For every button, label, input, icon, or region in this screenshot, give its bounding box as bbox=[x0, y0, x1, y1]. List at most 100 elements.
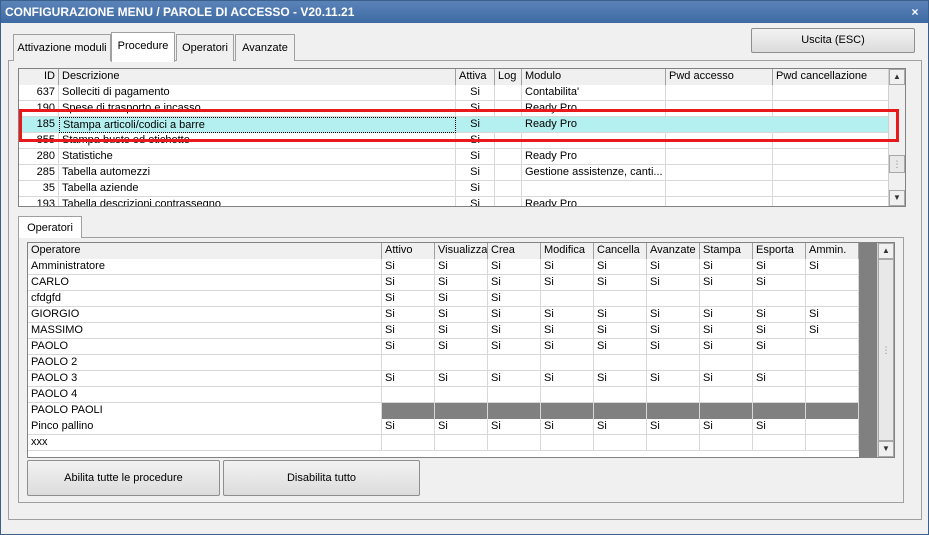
permission-cell[interactable] bbox=[647, 403, 700, 419]
permission-cell[interactable]: Si bbox=[647, 259, 700, 275]
scroll-thumb[interactable]: ⋮ bbox=[878, 259, 894, 441]
subtab-operatori[interactable]: Operatori bbox=[18, 216, 82, 238]
permission-cell[interactable] bbox=[753, 355, 806, 371]
permission-cell[interactable]: Si bbox=[700, 275, 753, 291]
procedure-cell[interactable]: 280 bbox=[19, 149, 59, 165]
permission-cell[interactable]: Si bbox=[488, 339, 541, 355]
permission-cell[interactable]: Si bbox=[700, 419, 753, 435]
procedure-cell[interactable]: Solleciti di pagamento bbox=[59, 85, 456, 101]
procedure-cell[interactable]: 193 bbox=[19, 197, 59, 206]
procedure-cell[interactable]: Ready Pro bbox=[522, 197, 666, 206]
permission-cell[interactable] bbox=[700, 435, 753, 451]
permission-cell[interactable]: Si bbox=[488, 259, 541, 275]
operator-name[interactable]: MASSIMO bbox=[28, 323, 382, 339]
permission-cell[interactable]: Si bbox=[488, 291, 541, 307]
col-esporta[interactable]: Esporta bbox=[753, 243, 806, 259]
tab-attivazione-moduli[interactable]: Attivazione moduli bbox=[13, 34, 111, 61]
procedure-cell[interactable]: 637 bbox=[19, 85, 59, 101]
permission-cell[interactable] bbox=[382, 355, 435, 371]
col-crea[interactable]: Crea bbox=[488, 243, 541, 259]
procedure-cell[interactable] bbox=[666, 85, 773, 101]
col-id[interactable]: ID bbox=[19, 69, 59, 85]
permission-cell[interactable] bbox=[488, 355, 541, 371]
permission-cell[interactable]: Si bbox=[594, 323, 647, 339]
permission-cell[interactable]: Si bbox=[806, 323, 859, 339]
permission-cell[interactable] bbox=[488, 403, 541, 419]
close-icon[interactable]: × bbox=[908, 1, 922, 23]
permission-cell[interactable]: Si bbox=[647, 339, 700, 355]
permission-cell[interactable]: Si bbox=[753, 419, 806, 435]
tab-operatori[interactable]: Operatori bbox=[176, 34, 234, 61]
procedure-row[interactable]: 285 Tabella automezzi Si Gestione assistenz… bbox=[19, 165, 889, 181]
procedure-cell[interactable] bbox=[773, 181, 889, 197]
permission-cell[interactable] bbox=[594, 387, 647, 403]
col-pwd-cancellazione[interactable]: Pwd cancellazione bbox=[773, 69, 889, 85]
permission-cell[interactable] bbox=[382, 435, 435, 451]
exit-button[interactable]: Uscita (ESC) bbox=[751, 28, 915, 53]
permission-cell[interactable] bbox=[488, 435, 541, 451]
procedure-cell[interactable]: Gestione assistenze, canti... bbox=[522, 165, 666, 181]
operators-scrollbar[interactable]: ▲ ⋮ ▼ bbox=[877, 243, 894, 457]
operator-name[interactable]: PAOLO 3 bbox=[28, 371, 382, 387]
permission-cell[interactable] bbox=[753, 387, 806, 403]
col-pwd-accesso[interactable]: Pwd accesso bbox=[666, 69, 773, 85]
operator-name[interactable]: PAOLO bbox=[28, 339, 382, 355]
permission-cell[interactable] bbox=[753, 291, 806, 307]
permission-cell[interactable] bbox=[382, 403, 435, 419]
procedure-cell[interactable] bbox=[773, 165, 889, 181]
operator-name[interactable]: Pinco pallino bbox=[28, 419, 382, 435]
permission-cell[interactable]: Si bbox=[753, 323, 806, 339]
permission-cell[interactable]: Si bbox=[700, 323, 753, 339]
permission-cell[interactable]: Si bbox=[382, 259, 435, 275]
permission-cell[interactable] bbox=[806, 387, 859, 403]
procedure-cell[interactable] bbox=[666, 197, 773, 206]
operator-name[interactable]: PAOLO 2 bbox=[28, 355, 382, 371]
permission-cell[interactable] bbox=[806, 291, 859, 307]
permission-cell[interactable] bbox=[806, 355, 859, 371]
permission-cell[interactable] bbox=[806, 419, 859, 435]
operator-name[interactable]: cfdgfd bbox=[28, 291, 382, 307]
permission-cell[interactable]: Si bbox=[753, 307, 806, 323]
procedure-cell[interactable]: Tabella automezzi bbox=[59, 165, 456, 181]
col-stampa[interactable]: Stampa bbox=[700, 243, 753, 259]
permission-cell[interactable]: Si bbox=[382, 371, 435, 387]
col-operatore[interactable]: Operatore bbox=[28, 243, 382, 259]
col-log[interactable]: Log bbox=[495, 69, 522, 85]
scroll-up-icon[interactable]: ▲ bbox=[889, 69, 905, 85]
permission-cell[interactable]: Si bbox=[647, 307, 700, 323]
permission-cell[interactable] bbox=[647, 291, 700, 307]
operator-row[interactable]: PAOLO 2 bbox=[28, 355, 859, 371]
permission-cell[interactable] bbox=[647, 435, 700, 451]
permission-cell[interactable]: Si bbox=[700, 339, 753, 355]
permission-cell[interactable] bbox=[541, 403, 594, 419]
permission-cell[interactable]: Si bbox=[435, 323, 488, 339]
permission-cell[interactable]: Si bbox=[647, 419, 700, 435]
permission-cell[interactable] bbox=[488, 387, 541, 403]
tab-procedure[interactable]: Procedure bbox=[111, 32, 175, 62]
operator-name[interactable]: PAOLO PAOLI bbox=[28, 403, 382, 419]
procedure-cell[interactable]: Ready Pro bbox=[522, 149, 666, 165]
permission-cell[interactable] bbox=[435, 355, 488, 371]
procedure-cell[interactable]: Si bbox=[456, 85, 495, 101]
permission-cell[interactable]: Si bbox=[382, 419, 435, 435]
permission-cell[interactable] bbox=[541, 291, 594, 307]
procedure-row[interactable]: 280 Statistiche Si Ready Pro bbox=[19, 149, 889, 165]
permission-cell[interactable]: Si bbox=[435, 291, 488, 307]
col-attivo[interactable]: Attivo bbox=[382, 243, 435, 259]
operator-row[interactable]: cfdgfd Si Si Si bbox=[28, 291, 859, 307]
permission-cell[interactable]: Si bbox=[488, 371, 541, 387]
permission-cell[interactable] bbox=[753, 435, 806, 451]
col-modifica[interactable]: Modifica bbox=[541, 243, 594, 259]
permission-cell[interactable]: Si bbox=[594, 371, 647, 387]
scroll-down-icon[interactable]: ▼ bbox=[889, 190, 905, 206]
permission-cell[interactable]: Si bbox=[700, 307, 753, 323]
permission-cell[interactable] bbox=[806, 435, 859, 451]
col-avanzate[interactable]: Avanzate bbox=[647, 243, 700, 259]
col-descrizione[interactable]: Descrizione bbox=[59, 69, 456, 85]
permission-cell[interactable] bbox=[647, 355, 700, 371]
col-cancella[interactable]: Cancella bbox=[594, 243, 647, 259]
permission-cell[interactable]: Si bbox=[753, 339, 806, 355]
permission-cell[interactable]: Si bbox=[382, 339, 435, 355]
permission-cell[interactable]: Si bbox=[541, 339, 594, 355]
procedure-cell[interactable]: Si bbox=[456, 197, 495, 206]
